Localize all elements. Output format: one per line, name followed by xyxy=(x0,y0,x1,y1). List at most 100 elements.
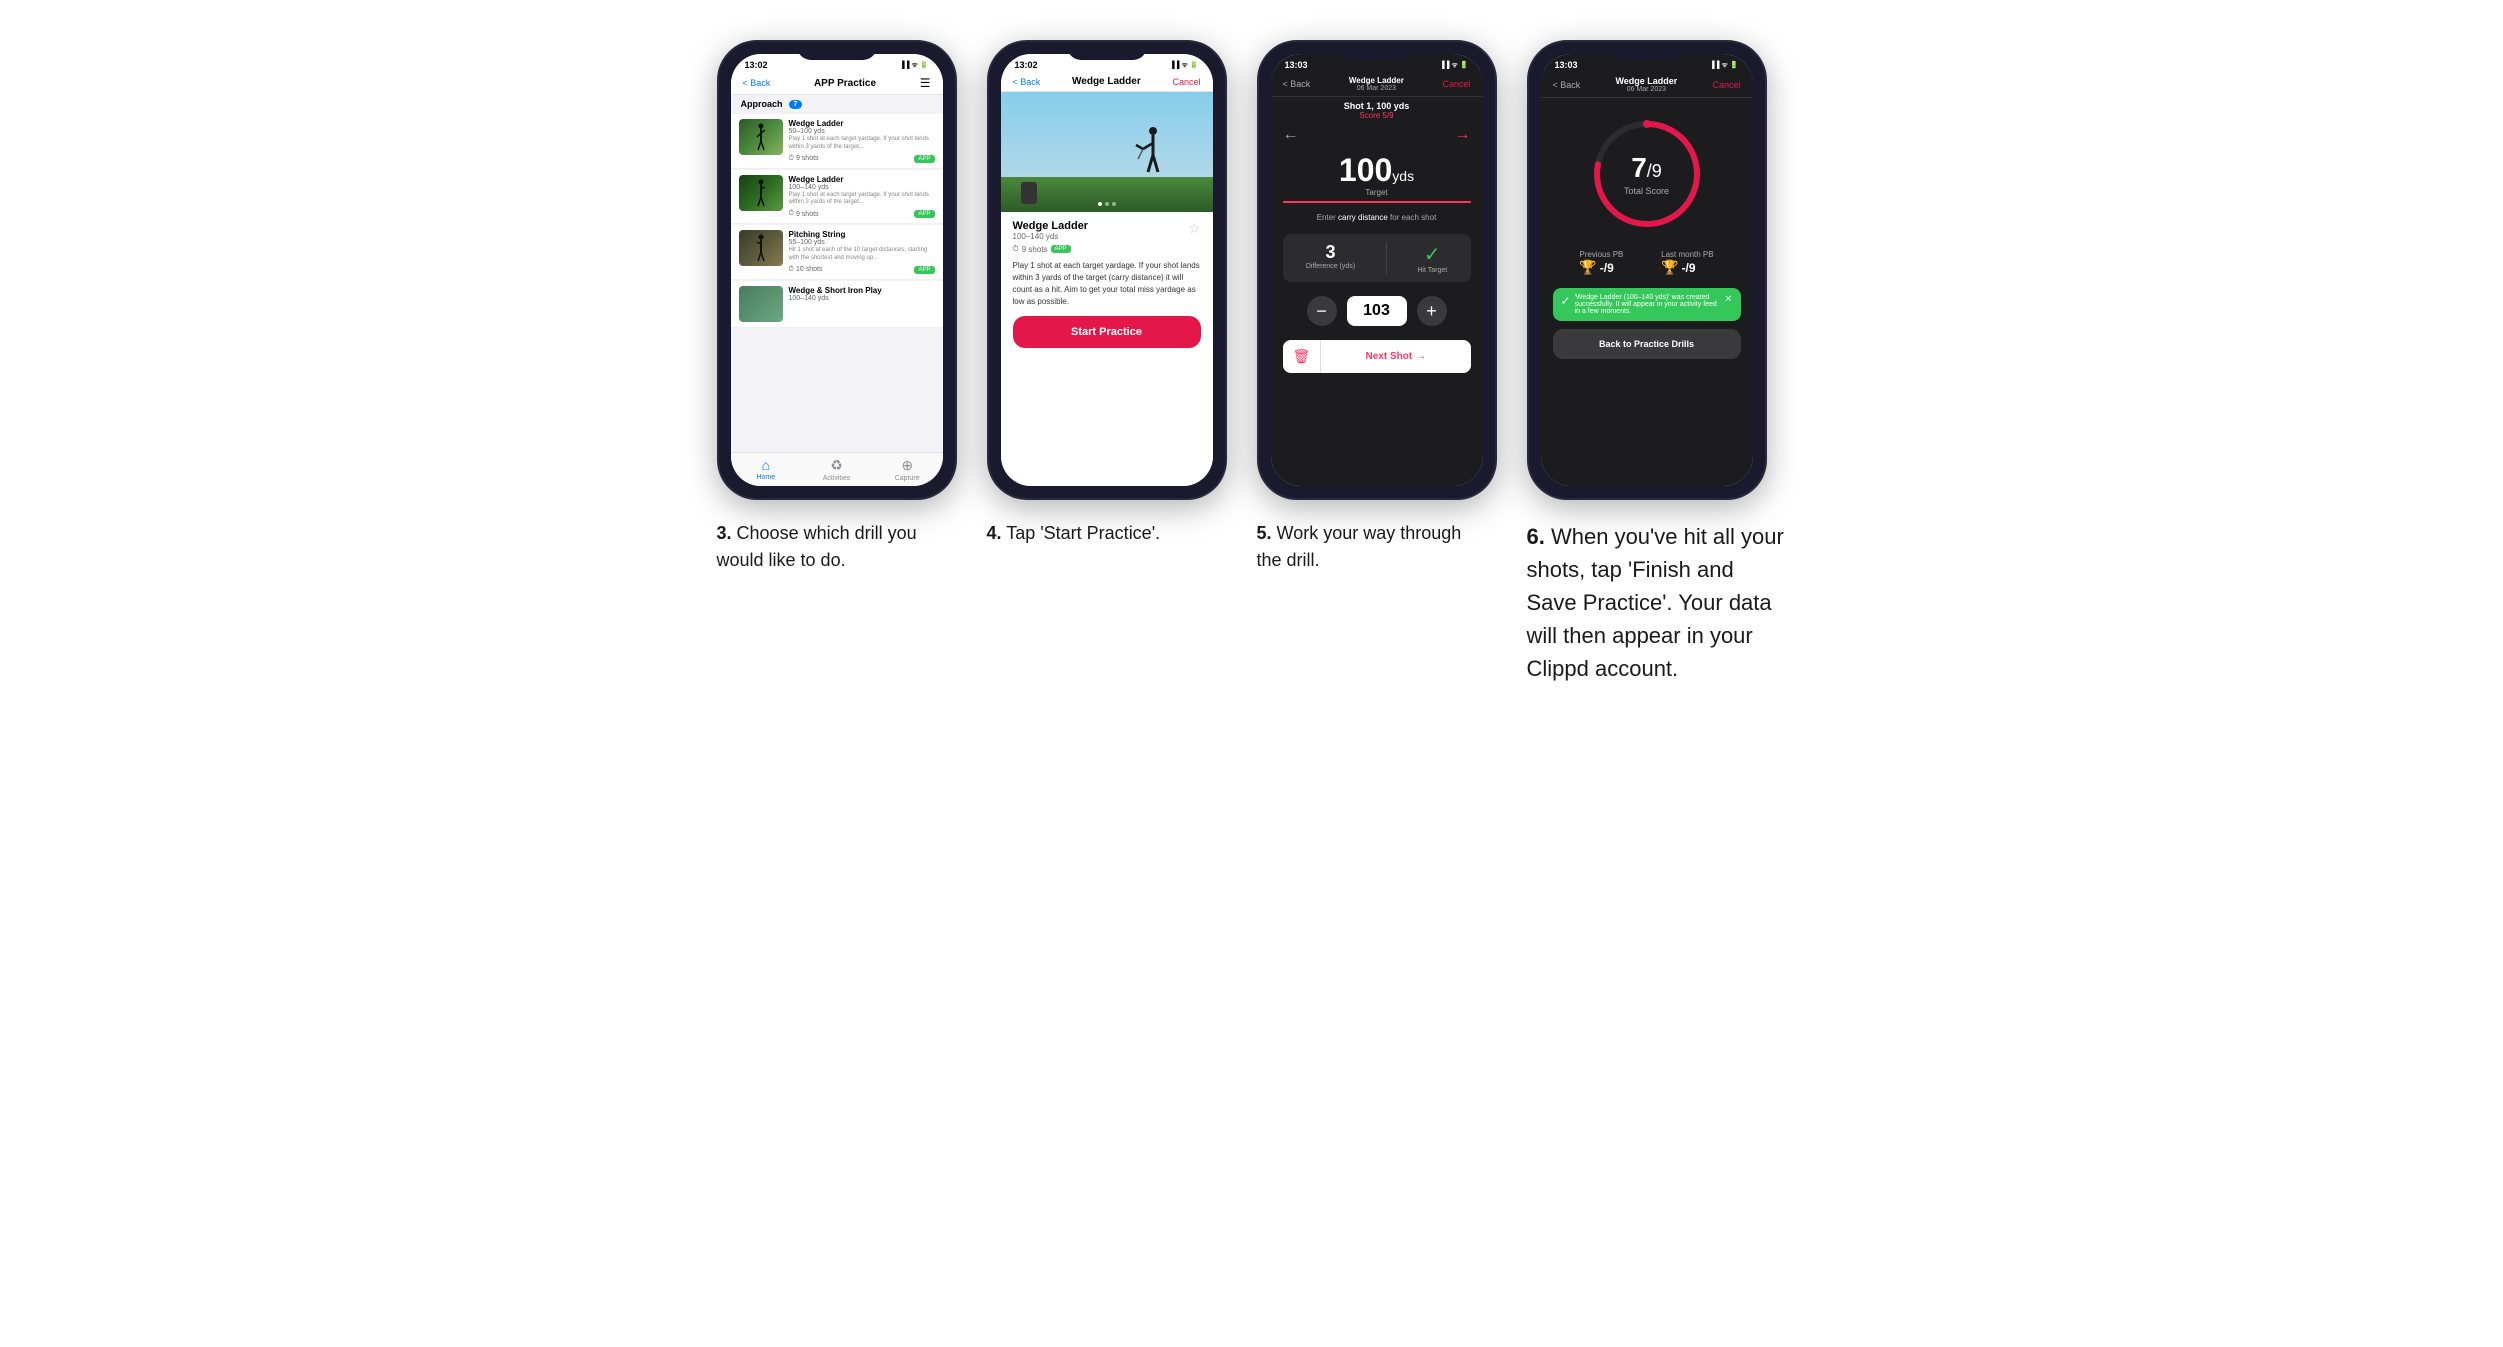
home-icon: ⌂ xyxy=(762,457,770,473)
score-divider xyxy=(1283,201,1471,203)
phone-5-screen: 13:03 ▐▐ ᯤ 🔋 < Back Wedge Ladder 06 Mar … xyxy=(1271,54,1483,486)
pb-previous-label: Previous PB xyxy=(1579,250,1623,259)
success-toast: ✓ 'Wedge Ladder (100–140 yds)' was creat… xyxy=(1553,288,1741,321)
check-icon: ✓ xyxy=(1561,294,1571,308)
pb-previous-value: 🏆 -/9 xyxy=(1579,259,1623,276)
pb-previous: Previous PB 🏆 -/9 xyxy=(1579,250,1623,276)
toast-message: 'Wedge Ladder (100–140 yds)' was created… xyxy=(1575,294,1721,315)
phone-4-column: 13:02 ▐▐ ᯤ 🔋 < Back Wedge Ladder Cancel xyxy=(987,40,1227,547)
hit-target-label: Hit Target xyxy=(1417,267,1447,274)
shots-badge-0: ⏱ 9 shots xyxy=(789,155,819,163)
pb-last-month-value: 🏆 -/9 xyxy=(1661,259,1713,276)
next-shot-button[interactable]: Next Shot → xyxy=(1321,340,1470,373)
phone-4-screen: 13:02 ▐▐ ᯤ 🔋 < Back Wedge Ladder Cancel xyxy=(1001,54,1213,486)
app-badge-1: APP xyxy=(914,210,934,218)
result-divider xyxy=(1386,242,1387,274)
drill-item-1[interactable]: Wedge Ladder 100–140 yds Play 1 shot at … xyxy=(731,170,943,225)
drill-info-3: Wedge & Short Iron Play 100–140 yds xyxy=(789,286,935,302)
bookmark-icon[interactable]: ☆ xyxy=(1188,220,1201,237)
activities-label: Activities xyxy=(823,475,851,482)
drill-item-0[interactable]: Wedge Ladder 50–100 yds Play 1 shot at e… xyxy=(731,114,943,169)
bottom-nav-home[interactable]: ⌂ Home xyxy=(731,457,802,482)
cancel-button-5[interactable]: Cancel xyxy=(1442,79,1470,89)
sky-bg xyxy=(1001,92,1213,177)
drill-thumb-bg-2 xyxy=(739,230,783,266)
drill-footer-1: ⏱ 9 shots APP xyxy=(789,210,935,218)
drill-image-area xyxy=(1001,92,1213,212)
shot-label: Shot 1, 100 yds xyxy=(1283,101,1471,111)
drill-range-1: 100–140 yds xyxy=(789,184,935,191)
nav-title-3: APP Practice xyxy=(814,78,876,89)
drill-range-3: 100–140 yds xyxy=(789,295,935,302)
phone-6-column: 13:03 ▐▐ ᯤ 🔋 < Back Wedge Ladder 06 Mar … xyxy=(1527,40,1787,685)
drill-detail-content: Wedge Ladder 100–140 yds ☆ ⏱ 9 shots APP… xyxy=(1001,212,1213,486)
capture-label: Capture xyxy=(895,475,920,482)
cancel-button-4[interactable]: Cancel xyxy=(1172,77,1200,87)
image-dots xyxy=(1098,202,1116,206)
drill-desc-1: Play 1 shot at each target yardage. If y… xyxy=(789,192,935,208)
drill-thumb-0 xyxy=(739,119,783,155)
delete-button[interactable]: 🗑 xyxy=(1283,340,1322,373)
target-desc: Target xyxy=(1271,188,1483,197)
phone-6-frame: 13:03 ▐▐ ᯤ 🔋 < Back Wedge Ladder 06 Mar … xyxy=(1527,40,1767,500)
toast-close-button[interactable]: ✕ xyxy=(1724,294,1732,305)
score-screen: < Back Wedge Ladder 06 Mar 2023 Cancel xyxy=(1541,72,1753,486)
shot-nav-title: Wedge Ladder xyxy=(1349,76,1404,85)
drill-thumb-1 xyxy=(739,175,783,211)
section-label-3: Approach xyxy=(741,99,783,109)
drill-info-2: Pitching String 55–100 yds Hit 1 shot at… xyxy=(789,230,935,274)
drill-info-0: Wedge Ladder 50–100 yds Play 1 shot at e… xyxy=(789,119,935,163)
golfer-icon-1 xyxy=(755,179,767,207)
drill-thumb-2 xyxy=(739,230,783,266)
drill-detail-name: Wedge Ladder xyxy=(1013,220,1089,232)
shot-arrows: ← → xyxy=(1271,122,1483,148)
practice-screen-3: Approach 7 xyxy=(731,95,943,452)
decrement-button[interactable]: − xyxy=(1307,296,1337,326)
phone-4-notch xyxy=(1067,42,1147,60)
result-row: 3 Difference (yds) ✓ Hit Target xyxy=(1283,234,1471,282)
prev-arrow[interactable]: ← xyxy=(1283,126,1299,144)
score-nav-center: Wedge Ladder 06 Mar 2023 xyxy=(1615,76,1677,93)
drill-detail-desc: Play 1 shot at each target yardage. If y… xyxy=(1013,260,1201,308)
score-nav-title: Wedge Ladder xyxy=(1615,76,1677,86)
caption-5-number: 5. xyxy=(1257,523,1272,543)
hit-target-icon: ✓ xyxy=(1417,242,1447,267)
target-area: 100yds Target xyxy=(1271,148,1483,197)
drill-footer-0: ⏱ 9 shots APP xyxy=(789,155,935,163)
dot-3 xyxy=(1112,202,1116,206)
drill-range-0: 50–100 yds xyxy=(789,128,935,135)
status-time-6: 13:03 xyxy=(1555,60,1578,70)
cancel-button-6[interactable]: Cancel xyxy=(1712,80,1740,90)
score-value: 7 xyxy=(1631,152,1647,183)
drill-name-0: Wedge Ladder xyxy=(789,119,935,128)
back-button-5[interactable]: < Back xyxy=(1283,79,1311,89)
menu-icon-3[interactable]: ☰ xyxy=(920,76,931,90)
action-bar: 🗑 Next Shot → xyxy=(1283,340,1471,373)
drill-item-2[interactable]: Pitching String 55–100 yds Hit 1 shot at… xyxy=(731,225,943,280)
caption-5-text: Work your way through the drill. xyxy=(1257,523,1462,570)
drill-detail-shots: ⏱ 9 shots APP xyxy=(1013,244,1201,254)
start-practice-button[interactable]: Start Practice xyxy=(1013,316,1201,348)
score-denom: /9 xyxy=(1647,161,1662,181)
back-button-4[interactable]: < Back xyxy=(1013,77,1041,87)
bottom-nav-capture[interactable]: ⊕ Capture xyxy=(872,457,943,482)
drill-name-1: Wedge Ladder xyxy=(789,175,935,184)
distance-input[interactable]: 103 xyxy=(1347,296,1407,326)
back-to-drills-button[interactable]: Back to Practice Drills xyxy=(1553,329,1741,359)
dot-1 xyxy=(1098,202,1102,206)
next-arrow[interactable]: → xyxy=(1455,126,1471,144)
drill-detail-screen: Wedge Ladder 100–140 yds ☆ ⏱ 9 shots APP… xyxy=(1001,92,1213,486)
trophy-icon-2: 🏆 xyxy=(1661,259,1678,276)
status-icons-5: ▐▐ ᯤ 🔋 xyxy=(1440,61,1469,70)
bottom-nav-activities[interactable]: ♻ Activities xyxy=(801,457,872,482)
back-button-6[interactable]: < Back xyxy=(1553,80,1581,90)
shots-icon: ⏱ xyxy=(1013,244,1019,254)
back-button-3[interactable]: < Back xyxy=(743,78,771,88)
drill-info-1: Wedge Ladder 100–140 yds Play 1 shot at … xyxy=(789,175,935,219)
shot-nav: < Back Wedge Ladder 06 Mar 2023 Cancel xyxy=(1271,72,1483,97)
drill-item-3[interactable]: Wedge & Short Iron Play 100–140 yds xyxy=(731,281,943,328)
drill-thumb-bg-0 xyxy=(739,119,783,155)
increment-button[interactable]: + xyxy=(1417,296,1447,326)
phone-5-notch xyxy=(1337,42,1417,60)
drill-thumb-3 xyxy=(739,286,783,322)
